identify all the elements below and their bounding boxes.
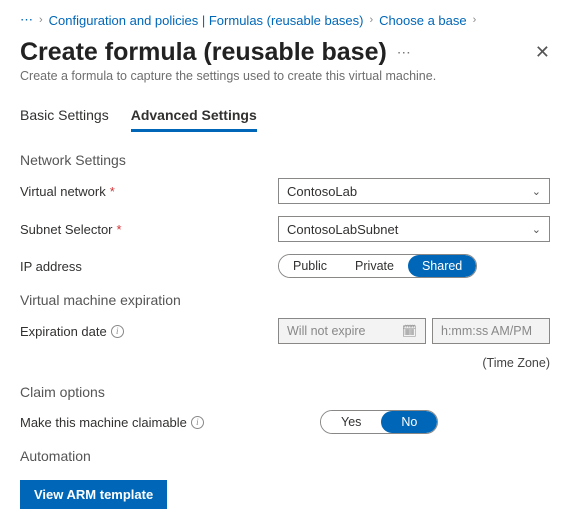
label-subnet-selector: Subnet Selector* [20, 222, 278, 237]
expiration-time-input[interactable]: h:mm:ss AM/PM [432, 318, 550, 344]
chevron-down-icon: ⌄ [532, 223, 541, 236]
section-network: Network Settings [20, 152, 550, 168]
ip-option-private[interactable]: Private [341, 255, 408, 277]
subnet-value: ContosoLabSubnet [287, 222, 398, 237]
close-icon[interactable]: ✕ [535, 42, 550, 63]
tab-bar: Basic Settings Advanced Settings [20, 107, 550, 132]
page-title: Create formula (reusable base) [20, 38, 387, 67]
page-header: Create formula (reusable base) ⋯ ✕ [20, 38, 550, 67]
virtual-network-select[interactable]: ContosoLab ⌄ [278, 178, 550, 204]
tab-advanced-settings[interactable]: Advanced Settings [131, 107, 257, 132]
label-ip-address: IP address [20, 259, 278, 274]
ip-option-public[interactable]: Public [279, 255, 341, 277]
page-subtitle: Create a formula to capture the settings… [20, 69, 550, 83]
breadcrumb-overflow[interactable]: ⋯ [20, 12, 33, 28]
expiration-date-input[interactable]: Will not expire 🗓 [278, 318, 426, 344]
breadcrumb-link-choose-base[interactable]: Choose a base [379, 13, 466, 28]
tab-basic-settings[interactable]: Basic Settings [20, 107, 109, 132]
required-indicator: * [117, 222, 122, 237]
timezone-note: (Time Zone) [20, 356, 550, 370]
chevron-right-icon: › [39, 14, 43, 26]
breadcrumb-link-config[interactable]: Configuration and policies | Formulas (r… [49, 13, 364, 28]
more-actions-icon[interactable]: ⋯ [397, 44, 412, 61]
claimable-yes[interactable]: Yes [321, 411, 381, 433]
ip-address-toggle: Public Private Shared [278, 254, 477, 278]
expiration-time-placeholder: h:mm:ss AM/PM [441, 324, 532, 338]
chevron-down-icon: ⌄ [532, 185, 541, 198]
info-icon[interactable]: i [111, 325, 124, 338]
claimable-no[interactable]: No [381, 411, 437, 433]
info-icon[interactable]: i [191, 416, 204, 429]
ip-option-shared[interactable]: Shared [408, 255, 476, 277]
section-claim: Claim options [20, 384, 550, 400]
chevron-right-icon: › [473, 14, 477, 26]
calendar-icon: 🗓 [402, 324, 417, 338]
label-expiration-date: Expiration date i [20, 324, 278, 339]
chevron-right-icon: › [369, 14, 373, 26]
section-expiration: Virtual machine expiration [20, 292, 550, 308]
virtual-network-value: ContosoLab [287, 184, 357, 199]
label-claimable: Make this machine claimable i [20, 415, 278, 430]
expiration-date-placeholder: Will not expire [287, 324, 366, 338]
label-virtual-network: Virtual network* [20, 184, 278, 199]
required-indicator: * [110, 184, 115, 199]
breadcrumb: ⋯ › Configuration and policies | Formula… [20, 12, 550, 28]
subnet-select[interactable]: ContosoLabSubnet ⌄ [278, 216, 550, 242]
claimable-toggle: Yes No [320, 410, 438, 434]
view-arm-template-button[interactable]: View ARM template [20, 480, 167, 509]
section-automation: Automation [20, 448, 550, 464]
